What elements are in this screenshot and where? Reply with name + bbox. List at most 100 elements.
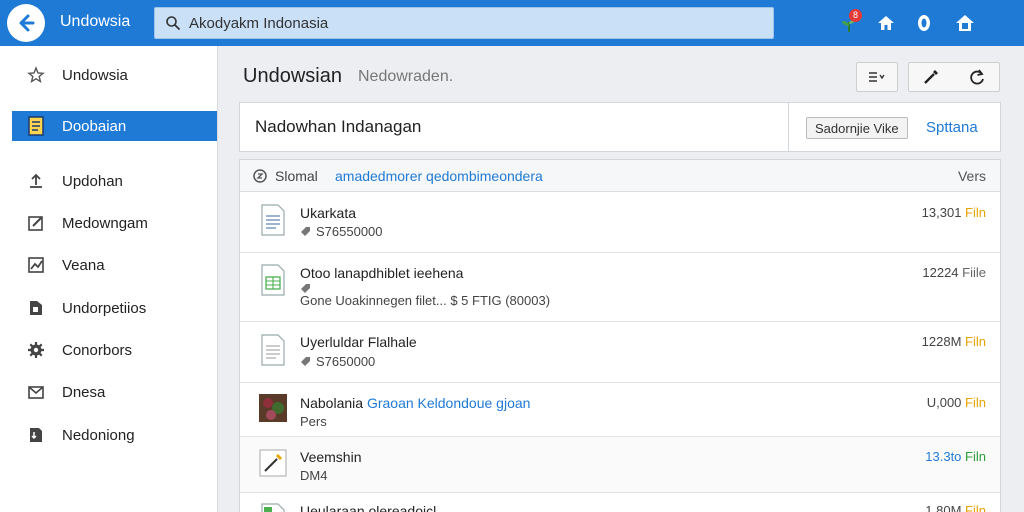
list-item[interactable]: Veemshin DM4 13.3to Filn [240,437,1000,493]
sidebar-item-updohan[interactable]: Updohan [12,166,217,196]
edit-icon [26,213,46,233]
panel-title: Nadowhan Indanagan [255,117,422,136]
search-bar[interactable] [154,7,774,39]
search-icon [166,16,180,30]
item-size-value: U,000 [926,395,962,410]
item-meta: S7650000 [300,354,375,369]
page-subtitle: Nedowraden. [358,68,454,85]
item-title: Ukarkata [300,205,357,221]
item-size-value: 1228M [921,334,962,349]
house-settings-icon[interactable] [954,12,976,34]
item-type: Filn [965,205,986,220]
item-title: Veemshin [300,449,362,465]
item-size-value: 13,301 [921,205,962,220]
item-meta-text: S7650000 [316,354,376,369]
top-bar: Undowsia 8 [0,0,1024,46]
page-title: Undowsian [243,65,342,87]
item-description: DM4 [300,468,328,483]
sidebar-item-undorpetiios[interactable]: Undorpetiios [12,293,217,323]
tools-button-group[interactable] [908,62,1000,92]
list-view-button[interactable] [856,62,898,92]
sidebar-item-veana[interactable]: Veana [12,250,217,280]
image-thumbnail [259,394,287,422]
item-size-value: 12224 [922,265,959,280]
sidebar-item-doobaian[interactable]: Doobaian [12,111,217,141]
list-item[interactable]: Ukarkata S76550000 13,301 Filn [240,192,1000,253]
list-item[interactable]: Uyerluldar Flalhale S7650000 1228M Filn [240,322,1000,383]
list-view-icon [869,72,885,82]
item-title: Uyerluldar Flalhale [300,334,417,350]
tag-icon [301,227,310,236]
item-size-value: 13.3to [925,449,962,464]
sidebar-item-label: Medowngam [62,214,148,232]
sidebar-item-label: Dnesa [62,383,106,401]
refresh-icon[interactable] [968,68,986,86]
item-description: Pers [300,414,327,429]
sidebar-item-label: Nedoniong [62,426,135,444]
notification-badge: 8 [849,9,862,22]
sidebar-item-label: Undorpetiios [62,299,147,317]
chart-icon [26,255,46,275]
home-icon[interactable] [875,12,897,34]
item-meta-text: S76550000 [316,224,383,239]
item-meta: S76550000 [300,224,383,239]
list-header: Slomal amadedmorer qedombimeondera Vers [240,160,1000,192]
item-type: Filn [965,449,986,464]
app-title: Undowsia [60,13,131,30]
list-header-title: Slomal [275,168,318,184]
sidebar-item-medowngam[interactable]: Medowngam [12,208,217,238]
pen-icon[interactable] [922,68,940,86]
sidebar-item-label: Updohan [62,172,123,190]
list-item[interactable]: Ueularaan olereadoicl 1.80M Filn [240,493,1000,512]
document-file-icon [261,204,285,236]
text-file-icon [261,334,285,366]
item-size-value: 1.80M [925,503,962,512]
back-button[interactable] [7,4,45,42]
sidebar-item-dnesa[interactable]: Dnesa [12,377,217,407]
item-description: Gone Uoakinnegen filet... $ 5 FTIG (8000… [300,293,551,308]
item-title: Nabolania Graoan Keldondoue gjoan [300,395,530,411]
spreadsheet-file-icon [261,503,285,512]
sidebar: Undowsia Doobaian Updohan Medowngam Vean… [0,46,218,512]
star-icon [26,65,46,85]
item-title: Otoo lanapdhiblet ieehena [300,265,464,281]
gear-icon [26,340,46,360]
item-type: Filn [965,503,986,512]
list-header-version[interactable]: Vers [958,168,986,184]
file-list: Slomal amadedmorer qedombimeondera Vers … [239,159,1001,512]
spreadsheet-file-icon [261,264,285,296]
item-title-link[interactable]: Graoan Keldondoue gjoan [367,395,530,411]
item-size: 12224 Fiile [922,265,986,280]
sidebar-item-label: Undowsia [62,66,128,84]
sidebar-item-label: Veana [62,256,105,274]
item-title: Ueularaan olereadoicl [300,503,437,512]
item-title-text: Nabolania [300,395,364,411]
mail-icon [26,382,46,402]
item-size: 1.80M Filn [925,503,986,512]
item-size: 13,301 Filn [922,205,986,220]
sidebar-item-nedoniong[interactable]: Nedoniong [12,420,217,450]
sidebar-item-undowsia[interactable]: Undowsia [12,60,217,90]
archive-icon [26,425,46,445]
sidebar-item-label: Doobaian [62,117,127,135]
sidebar-item-conorbors[interactable]: Conorbors [12,335,217,365]
document-icon [26,116,46,136]
item-type: Filn [965,334,986,349]
item-size: 13.3to Filn [925,449,986,464]
item-type: Filn [965,395,986,410]
item-type: Fiile [962,265,986,280]
panel-link[interactable]: Spttana [926,119,978,136]
list-item[interactable]: Otoo lanapdhiblet ieehena Gone Uoakinneg… [240,253,1000,322]
search-input[interactable] [189,14,749,32]
sort-icon[interactable] [252,168,268,184]
panel-action-button[interactable]: Sadornjie Vike [806,117,908,139]
back-arrow-icon [19,14,35,32]
name-panel: Nadowhan Indanagan Sadornjie Vike Spttan… [239,102,1001,152]
item-size: U,000 Filn [927,395,986,410]
list-item[interactable]: Nabolania Graoan Keldondoue gjoan Pers U… [240,383,1000,437]
tool-file-icon [259,449,287,477]
list-header-link[interactable]: amadedmorer qedombimeondera [335,168,543,184]
sync-icon[interactable] [913,12,935,34]
panel-divider [788,103,789,151]
tag-icon [301,357,310,366]
